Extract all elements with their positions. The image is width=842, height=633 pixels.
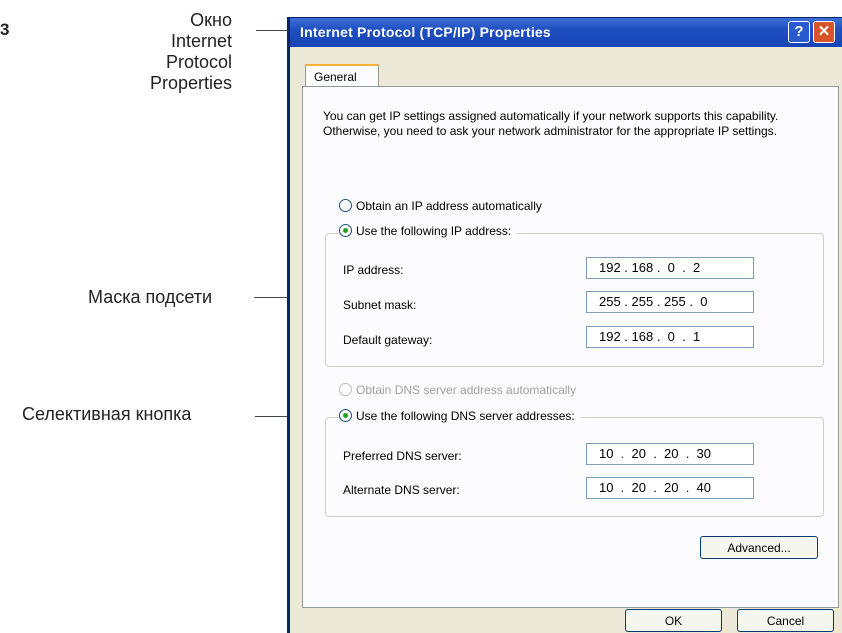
alternate-dns-input[interactable]: 10 . 20 . 20 . 40	[586, 477, 754, 499]
callout-subnet-label: Маска подсети	[88, 287, 213, 307]
subnet-mask-input[interactable]: 255 . 255 . 255 . 0	[586, 291, 754, 313]
alternate-dns-label: Alternate DNS server:	[343, 483, 460, 497]
callout-window-leader	[256, 30, 290, 31]
title-bar: Internet Protocol (TCP/IP) Properties ? …	[290, 18, 842, 47]
radio-obtain-ip-auto-label: Obtain an IP address automatically	[356, 199, 542, 213]
cancel-button[interactable]: Cancel	[737, 609, 834, 632]
preferred-dns-input[interactable]: 10 . 20 . 20 . 30	[586, 443, 754, 465]
dialog-title: Internet Protocol (TCP/IP) Properties	[300, 24, 551, 40]
tab-general-label: General	[314, 70, 357, 84]
ok-button[interactable]: OK	[625, 609, 722, 632]
radio-use-following-dns[interactable]: Use the following DNS server addresses:	[339, 409, 581, 423]
general-panel: You can get IP settings assigned automat…	[302, 86, 839, 608]
radio-obtain-dns-auto-label: Obtain DNS server address automatically	[356, 383, 577, 397]
help-button[interactable]: ?	[788, 21, 810, 43]
default-gateway-input[interactable]: 192 . 168 . 0 . 1	[586, 326, 754, 348]
radio-checked-icon	[339, 409, 352, 422]
radio-disabled-icon	[339, 383, 352, 396]
ip-address-label: IP address:	[343, 263, 404, 277]
tab-general[interactable]: General	[305, 64, 379, 88]
dns-server-group	[325, 417, 824, 517]
preferred-dns-label: Preferred DNS server:	[343, 449, 462, 463]
description-text: You can get IP settings assigned automat…	[323, 109, 779, 138]
radio-obtain-ip-auto[interactable]: Obtain an IP address automatically	[339, 199, 542, 213]
default-gateway-label: Default gateway:	[343, 333, 433, 347]
radio-checked-icon	[339, 224, 352, 237]
advanced-button[interactable]: Advanced...	[700, 536, 818, 559]
radio-unchecked-icon	[339, 199, 352, 212]
close-button[interactable]: ✕	[813, 21, 835, 43]
close-icon: ✕	[817, 23, 831, 40]
figure-number: 3	[0, 20, 10, 39]
subnet-mask-label: Subnet mask:	[343, 298, 417, 312]
ip-address-input[interactable]: 192 . 168 . 0 . 2	[586, 257, 754, 279]
tcpip-properties-dialog: Internet Protocol (TCP/IP) Properties ? …	[287, 17, 842, 633]
radio-use-following-ip-label: Use the following IP address:	[356, 224, 512, 238]
callout-radio-label: Селективная кнопка	[22, 404, 192, 424]
radio-use-following-ip[interactable]: Use the following IP address:	[339, 224, 518, 238]
radio-obtain-dns-auto[interactable]: Obtain DNS server address automatically	[339, 383, 576, 397]
callout-window-label: Окно Internet Protocol Properties	[149, 10, 232, 93]
radio-use-following-dns-label: Use the following DNS server addresses:	[356, 409, 575, 423]
help-icon: ?	[794, 23, 804, 40]
